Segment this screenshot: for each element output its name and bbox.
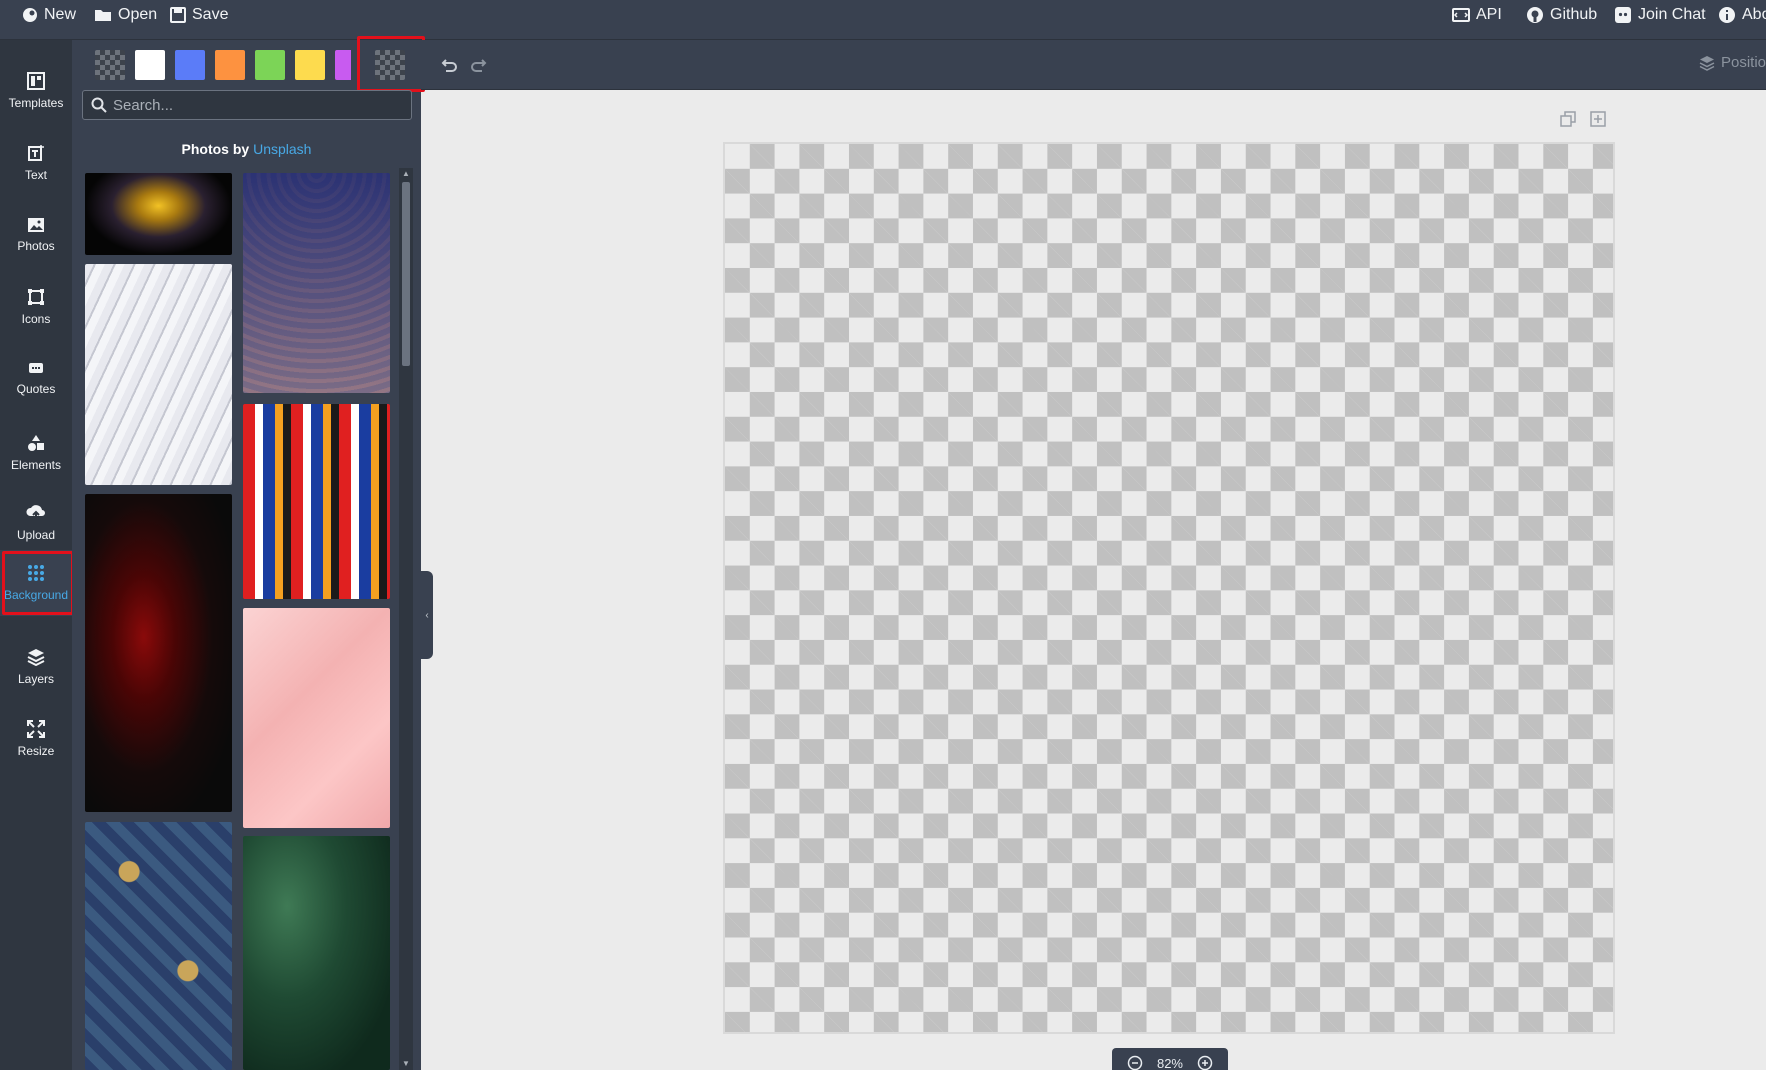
save-button[interactable]: Save: [170, 0, 228, 30]
resize-icon: [27, 720, 45, 738]
sidebar-item-icons[interactable]: Icons: [0, 274, 72, 340]
api-link[interactable]: API: [1452, 0, 1502, 30]
sidebar-item-layers[interactable]: Layers: [0, 634, 72, 700]
sidebar-item-resize[interactable]: Resize: [0, 706, 72, 772]
top-navbar: New Open Save API Github Join Chat Abo: [0, 0, 1766, 40]
scrollbar[interactable]: ▲ ▼: [399, 168, 413, 1070]
swatch-transparent[interactable]: [95, 50, 125, 80]
open-label: Open: [118, 6, 158, 23]
github-label: Github: [1550, 6, 1598, 23]
layers-icon: [27, 649, 45, 666]
sidebar-item-label: Upload: [16, 528, 56, 542]
photo-thumb[interactable]: [85, 494, 232, 812]
photo-thumb[interactable]: [85, 264, 232, 485]
workspace-toolbar: Positio: [421, 40, 1766, 90]
search-icon: [91, 97, 107, 113]
redo-button[interactable]: [468, 55, 490, 77]
info-icon: [1719, 7, 1735, 23]
save-label: Save: [192, 6, 229, 23]
sidebar-item-templates[interactable]: Templates: [0, 58, 72, 124]
photo-thumb[interactable]: [85, 822, 232, 1070]
github-link[interactable]: Github: [1526, 0, 1597, 30]
join-chat-label: Join Chat: [1638, 6, 1706, 23]
scroll-up-icon[interactable]: ▲: [402, 170, 410, 178]
zoom-in-icon[interactable]: [1197, 1055, 1213, 1070]
photos-credit: Photos by Unsplash: [72, 141, 421, 157]
new-design-icon: [23, 8, 37, 22]
github-icon: [1527, 7, 1543, 23]
sidebar-item-label: Elements: [10, 458, 62, 472]
api-label: API: [1476, 6, 1502, 23]
duplicate-page-icon[interactable]: [1560, 111, 1576, 127]
templates-icon: [27, 72, 45, 90]
swatch-yellow[interactable]: [295, 50, 325, 80]
photos-icon: [28, 218, 44, 232]
photo-thumb[interactable]: [85, 173, 232, 255]
new-button[interactable]: New: [22, 0, 76, 30]
save-icon: [170, 7, 186, 23]
redo-icon: [471, 59, 487, 72]
sidebar-item-quotes[interactable]: Quotes: [0, 346, 72, 412]
swatch-blue[interactable]: [175, 50, 205, 80]
search-field[interactable]: Search...: [82, 90, 412, 120]
sidebar-item-text[interactable]: Text: [0, 130, 72, 196]
new-label: New: [44, 6, 77, 23]
photo-thumb[interactable]: [243, 404, 390, 599]
quotes-icon: [29, 363, 43, 373]
sidebar-item-label: Icons: [21, 312, 51, 326]
sidebar-item-label: Quotes: [16, 382, 56, 396]
position-label: Positio: [1721, 54, 1766, 71]
api-icon: [1452, 8, 1470, 22]
sidebar-item-label: Resize: [17, 744, 55, 758]
icons-icon: [28, 289, 44, 305]
zoom-out-icon[interactable]: [1127, 1055, 1143, 1070]
zoom-control: 82%: [1112, 1048, 1228, 1070]
undo-icon: [441, 59, 457, 72]
upload-icon: [26, 505, 45, 521]
folder-icon: [95, 10, 111, 21]
sidebar-item-label: Text: [24, 168, 47, 182]
elements-icon: [28, 435, 44, 451]
page-tools: [1560, 111, 1606, 127]
left-sidebar: Templates Text Photos Icons Quotes Eleme…: [0, 40, 74, 1070]
about-label: Abo: [1742, 6, 1766, 23]
sidebar-item-background[interactable]: Background: [0, 550, 74, 616]
text-icon: [28, 145, 44, 161]
chevron-left-icon: ‹: [425, 609, 429, 621]
sidebar-item-photos[interactable]: Photos: [0, 202, 72, 268]
sidebar-item-label: Templates: [8, 96, 64, 110]
collapse-panel-button[interactable]: ‹: [421, 571, 433, 659]
layers-stack-icon: [1699, 55, 1715, 71]
photo-thumb[interactable]: [243, 608, 390, 828]
scroll-down-icon[interactable]: ▼: [402, 1060, 410, 1068]
search-input[interactable]: Search...: [113, 97, 173, 114]
design-canvas[interactable]: [723, 142, 1615, 1034]
undo-button[interactable]: [438, 55, 460, 77]
swatch-white[interactable]: [135, 50, 165, 80]
join-chat-link[interactable]: Join Chat: [1614, 0, 1706, 30]
background-panel: Search... Photos by Unsplash ▲ ▼: [72, 36, 425, 1070]
scrollbar-thumb[interactable]: [402, 182, 410, 366]
open-button[interactable]: Open: [94, 0, 157, 30]
selection-highlight: [357, 36, 425, 92]
sidebar-item-upload[interactable]: Upload: [0, 490, 72, 556]
about-link[interactable]: Abo: [1718, 0, 1766, 30]
sidebar-item-label: Photos: [17, 239, 55, 253]
zoom-level: 82%: [1156, 1055, 1183, 1070]
photos-by-label: Photos by: [181, 141, 250, 157]
position-button[interactable]: Positio: [1699, 54, 1766, 71]
unsplash-link[interactable]: Unsplash: [253, 141, 311, 157]
add-page-icon[interactable]: [1590, 111, 1606, 127]
photo-thumb[interactable]: [243, 836, 390, 1070]
discord-icon: [1615, 7, 1631, 23]
sidebar-item-label: Layers: [17, 672, 55, 686]
swatch-orange[interactable]: [215, 50, 245, 80]
swatch-green[interactable]: [255, 50, 285, 80]
swatch-purple[interactable]: [335, 50, 351, 80]
photo-thumb[interactable]: [243, 173, 390, 393]
selection-highlight: [2, 551, 74, 615]
sidebar-item-elements[interactable]: Elements: [0, 420, 72, 486]
